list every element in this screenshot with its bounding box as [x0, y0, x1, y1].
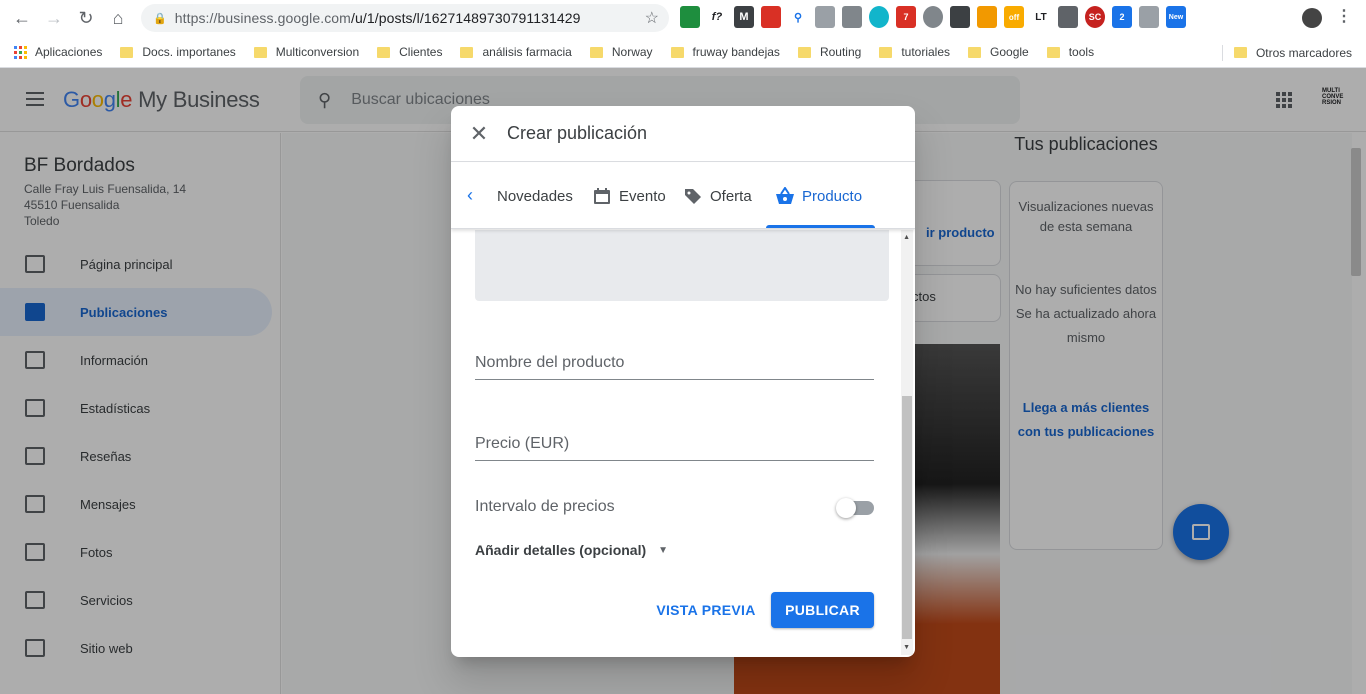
preview-button[interactable]: VISTA PREVIA — [651, 592, 761, 628]
scroll-down-icon[interactable]: ▼ — [903, 644, 910, 651]
page-scrollbar[interactable] — [1351, 148, 1361, 276]
extension-icon[interactable] — [1058, 6, 1078, 28]
apps-icon — [14, 45, 27, 59]
media-upload-area[interactable] — [475, 230, 889, 301]
extension-icon[interactable] — [950, 6, 970, 28]
profile-avatar[interactable] — [1302, 8, 1322, 28]
folder-icon — [120, 46, 134, 58]
bookmark-apps[interactable]: Aplicaciones — [14, 45, 102, 59]
home-icon[interactable]: ⌂ — [102, 3, 134, 35]
active-tab-indicator — [766, 225, 875, 228]
extension-icon[interactable]: 2 — [1112, 6, 1132, 28]
bookmark-folder[interactable]: fruway bandejas — [670, 45, 780, 59]
bookmarks-bar: Aplicaciones Docs. importanes Multiconve… — [0, 37, 1366, 68]
folder-icon — [253, 46, 267, 58]
browser-toolbar: ← → ↻ ⌂ 🔒 https://business.google.com/u/… — [0, 0, 1366, 37]
reload-icon[interactable]: ↻ — [70, 3, 102, 35]
other-bookmarks[interactable]: Otros marcadores — [1233, 37, 1352, 68]
bookmark-folder[interactable]: Clientes — [377, 45, 442, 59]
tag-icon — [685, 189, 701, 204]
close-icon[interactable]: ✕ — [451, 106, 507, 162]
price-range-toggle[interactable] — [836, 498, 874, 518]
folder-icon — [797, 46, 811, 58]
calendar-icon — [594, 188, 610, 204]
bookmark-folder[interactable]: Routing — [797, 45, 861, 59]
dialog-title: Crear publicación — [507, 123, 648, 143]
post-type-tabs: ‹ Novedades Evento Oferta Producto — [451, 163, 915, 229]
extension-icon[interactable] — [1139, 6, 1159, 28]
price-field[interactable] — [475, 429, 874, 461]
extension-icon[interactable]: LT — [1031, 6, 1051, 28]
extension-icon[interactable]: 7 — [896, 6, 916, 28]
folder-icon — [460, 46, 474, 58]
dialog-scrollbar-thumb[interactable] — [902, 396, 912, 639]
extension-icon[interactable] — [977, 6, 997, 28]
caret-down-icon: ▼ — [658, 544, 669, 556]
tab-evento[interactable]: Evento — [593, 163, 666, 229]
extension-icon[interactable] — [923, 6, 943, 28]
bookmark-folder[interactable]: tools — [1046, 45, 1094, 59]
tab-novedades[interactable]: Novedades — [497, 163, 573, 229]
lock-icon: 🔒 — [153, 12, 167, 25]
bookmark-folder[interactable]: Norway — [589, 45, 653, 59]
dialog-header: ✕ Crear publicación — [451, 106, 915, 162]
folder-icon — [1046, 46, 1060, 58]
bookmark-folder[interactable]: Google — [968, 45, 1029, 59]
product-name-input[interactable] — [475, 348, 874, 378]
extension-icon[interactable]: SC — [1085, 6, 1105, 28]
price-range-label: Intervalo de precios — [475, 498, 615, 515]
folder-icon — [968, 46, 982, 58]
bookmarks-divider — [1222, 45, 1223, 61]
price-input[interactable] — [475, 429, 874, 459]
extension-icon[interactable]: off — [1004, 6, 1024, 28]
bookmark-folder[interactable]: tutoriales — [879, 45, 950, 59]
extension-icon[interactable] — [815, 6, 835, 28]
bookmark-star-icon[interactable]: ☆ — [645, 8, 659, 28]
folder-icon — [879, 46, 893, 58]
add-details-dropdown[interactable]: Añadir detalles (opcional) ▼ — [475, 542, 668, 558]
bookmark-folder[interactable]: Multiconversion — [253, 45, 359, 59]
publish-button[interactable]: PUBLICAR — [771, 592, 874, 628]
product-name-field[interactable] — [475, 348, 874, 380]
extension-icon[interactable] — [842, 6, 862, 28]
folder-icon — [1233, 47, 1247, 58]
folder-icon — [377, 46, 391, 58]
scroll-up-icon[interactable]: ▲ — [903, 234, 910, 241]
forward-icon[interactable]: → — [38, 3, 70, 35]
dialog-body: Intervalo de precios Añadir detalles (op… — [451, 230, 915, 657]
extension-icon[interactable] — [761, 6, 781, 28]
extension-icon[interactable]: f? — [707, 6, 727, 28]
bookmark-folder[interactable]: análisis farmacia — [460, 45, 572, 59]
extension-icon[interactable] — [680, 6, 700, 28]
extension-icon[interactable]: New — [1166, 6, 1186, 28]
tab-producto[interactable]: Producto — [776, 163, 862, 229]
chevron-left-icon[interactable]: ‹ — [467, 185, 473, 206]
basket-icon — [776, 187, 794, 204]
folder-icon — [589, 46, 603, 58]
url-path: /u/1/posts/l/16271489730791131429 — [350, 10, 581, 26]
back-icon[interactable]: ← — [6, 3, 38, 35]
browser-menu-icon[interactable]: ⋮ — [1336, 6, 1352, 26]
tab-oferta[interactable]: Oferta — [684, 163, 752, 229]
bookmark-folder[interactable]: Docs. importanes — [120, 45, 236, 59]
create-post-dialog: ✕ Crear publicación ‹ Novedades Evento O… — [451, 106, 915, 657]
extension-icon[interactable]: M — [734, 6, 754, 28]
url-host: https://business.google.com — [174, 10, 351, 26]
extensions-row: f? M ⚲ 7 off LT SC 2 New — [680, 6, 1186, 28]
extension-icon[interactable] — [869, 6, 889, 28]
folder-icon — [670, 46, 684, 58]
address-bar[interactable]: 🔒 https://business.google.com/u/1/posts/… — [141, 4, 669, 32]
extension-icon[interactable]: ⚲ — [788, 6, 808, 28]
